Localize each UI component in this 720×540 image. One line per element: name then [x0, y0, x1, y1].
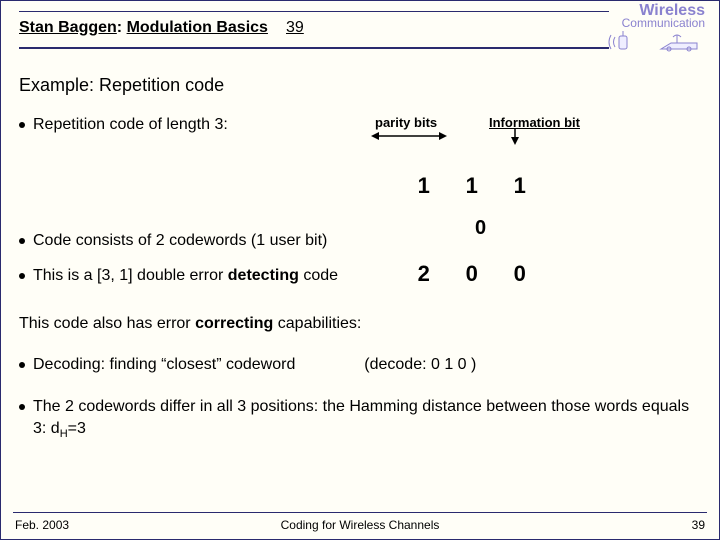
- bullet-text-pre: This is a [3, 1] double error: [33, 267, 228, 284]
- header-rule-top: [19, 11, 609, 12]
- label-parity: parity bits: [375, 115, 437, 130]
- bullet-icon: [19, 404, 25, 410]
- logo: Wireless Communication: [605, 5, 705, 53]
- footer: Feb. 2003 Coding for Wireless Channels 3…: [1, 512, 719, 536]
- bullet-icon: [19, 362, 25, 368]
- para-bold: correcting: [195, 315, 273, 332]
- header-page-number: 39: [286, 19, 304, 37]
- logo-line2: Communication: [622, 16, 705, 30]
- author-name: Stan Baggen: [19, 19, 117, 36]
- lecture-title: Modulation Basics: [127, 19, 268, 36]
- bullet-icon: [19, 273, 25, 279]
- codeword-row-1: 111: [363, 147, 621, 225]
- footer-title: Coding for Wireless Channels: [1, 518, 719, 532]
- cw1-bit1: 1: [400, 173, 448, 199]
- bullet-icon: [19, 122, 25, 128]
- header: Stan Baggen: Modulation Basics 39 Wirele…: [1, 1, 719, 63]
- bullet-text-post: code: [299, 267, 338, 284]
- arrow-info-icon: [509, 129, 521, 145]
- cw1-bit3: 1: [496, 173, 544, 199]
- codeword-block: parity bits Information bit 111 200 0: [341, 113, 621, 313]
- bullet-hamming: The 2 codewords differ in all 3 position…: [19, 396, 701, 442]
- bullet-decoding: Decoding: finding “closest” codeword (de…: [19, 354, 701, 376]
- arrow-parity-icon: [371, 131, 447, 141]
- cw1-bit2: 1: [448, 173, 496, 199]
- code-labels: parity bits Information bit: [341, 113, 621, 137]
- footer-rule: [13, 512, 707, 513]
- stray-zero: 0: [475, 217, 486, 240]
- footer-page: 39: [692, 518, 705, 532]
- header-rule: [19, 47, 609, 49]
- label-info: Information bit: [489, 115, 580, 130]
- header-author: Stan Baggen: Modulation Basics: [19, 19, 268, 37]
- para-correcting: This code also has error correcting capa…: [19, 313, 701, 335]
- para-post: capabilities:: [273, 315, 361, 332]
- cw2-bit3: 0: [496, 261, 544, 287]
- decode-example: (decode: 0 1 0 ): [364, 356, 476, 373]
- cw2-bit1: 2: [400, 261, 448, 287]
- bullet-text: Code consists of 2 codewords (1 user bit…: [33, 232, 327, 249]
- cw2-bit2: 0: [448, 261, 496, 287]
- bullet-icon: [19, 238, 25, 244]
- para-pre: This code also has error: [19, 315, 195, 332]
- bullet-text-pre: The 2 codewords differ in all 3 position…: [33, 398, 689, 437]
- codeword-row-2: 200: [363, 235, 621, 313]
- bullet-text: Repetition code of length 3:: [33, 116, 228, 133]
- logo-text: Wireless Communication: [605, 5, 705, 29]
- example-title: Example: Repetition code: [1, 63, 719, 100]
- slide: Stan Baggen: Modulation Basics 39 Wirele…: [0, 0, 720, 540]
- bullet-text-bold: detecting: [228, 267, 299, 284]
- bullet-sub: H: [60, 428, 68, 440]
- bullet-text: Decoding: finding “closest” codeword: [33, 356, 295, 373]
- bullet-text-post: =3: [68, 420, 86, 437]
- antenna-icon: [605, 31, 705, 53]
